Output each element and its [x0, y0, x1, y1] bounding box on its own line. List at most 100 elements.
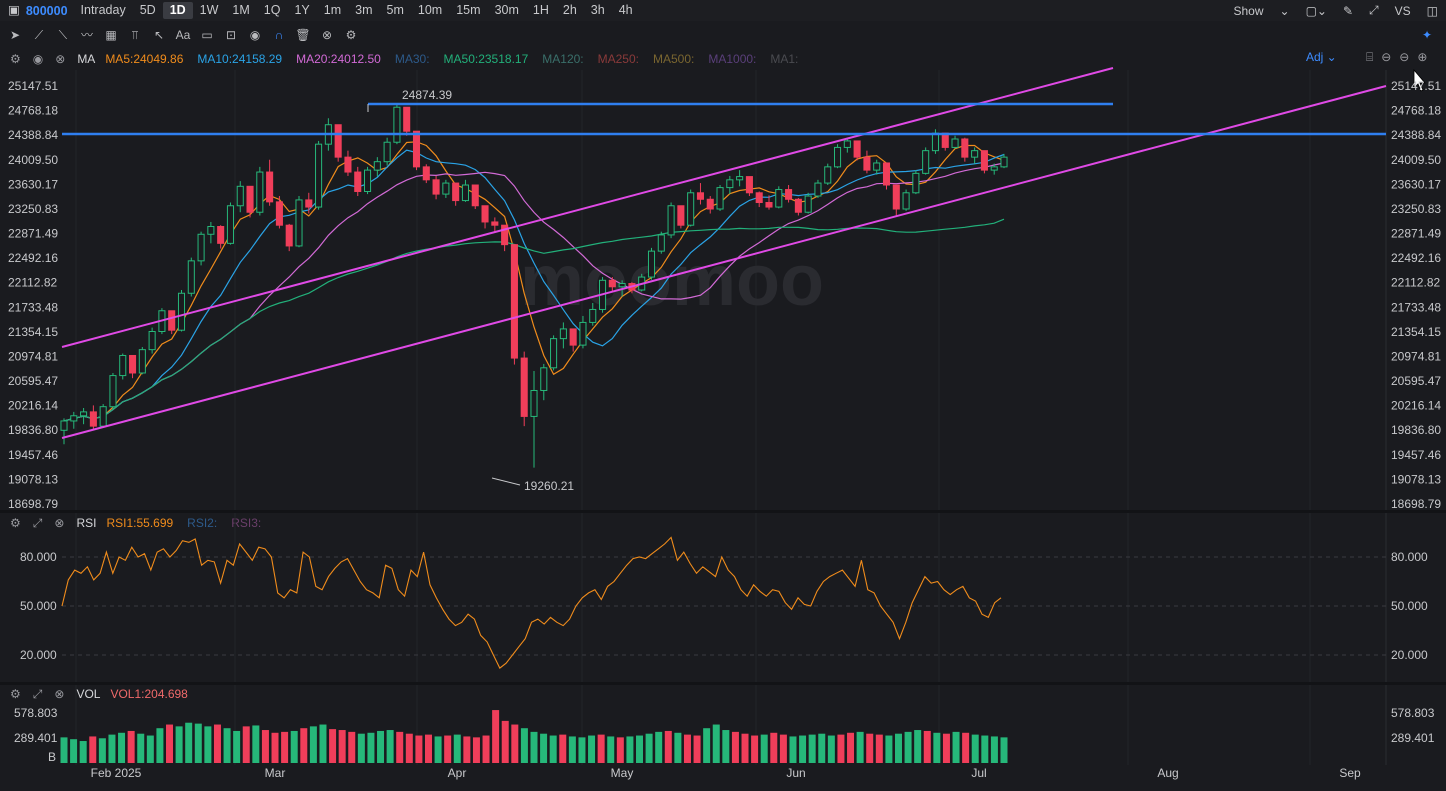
price-axis-left-label: 24009.50 [8, 153, 58, 167]
lower-channel-line[interactable] [61, 85, 1387, 439]
mouse-cursor-icon [1413, 68, 1426, 92]
close-icon[interactable]: ⊗ [54, 687, 64, 701]
zoom-in-icon[interactable]: ⊕ [1417, 50, 1427, 65]
timeframe-1m[interactable]: 1M [225, 2, 256, 19]
chart-canvas[interactable]: moomoo 24874.39 19260.21 25147.51 24768.18… [0, 0, 1446, 791]
ma-value-1[interactable]: MA10:24158.29 [197, 52, 282, 66]
note-icon[interactable]: ▭ [198, 26, 216, 44]
chevron-down-icon[interactable]: ⌄ [1272, 4, 1298, 18]
minus-circle-icon[interactable]: ⊖ [1381, 50, 1391, 65]
candle [716, 185, 724, 211]
ma-value-8[interactable]: MA1000: [708, 52, 756, 66]
panel-toggle-icon[interactable]: ◫ [1419, 4, 1446, 18]
eye-icon[interactable]: ◉ [246, 26, 264, 44]
trend-line-icon[interactable]: ⟋ [30, 26, 48, 44]
symbol-code[interactable]: 800000 [24, 4, 74, 18]
timeframe-5m[interactable]: 5m [380, 2, 411, 19]
ma-value-3[interactable]: MA30: [395, 52, 430, 66]
candle [765, 195, 773, 210]
gear-icon[interactable]: ⚙ [342, 26, 360, 44]
sidebar-toggle-icon[interactable]: ▣ [0, 2, 24, 19]
arrow-icon[interactable]: ↖ [150, 26, 168, 44]
ma-value-2[interactable]: MA20:24012.50 [296, 52, 381, 66]
rsi-value-2[interactable]: RSI3: [231, 516, 261, 530]
timeframe-10m[interactable]: 10m [411, 2, 449, 19]
text-icon[interactable]: Aa [174, 26, 192, 44]
pin-icon[interactable]: ✦ [1418, 26, 1436, 44]
timeframe-3h[interactable]: 3h [584, 2, 612, 19]
candle [481, 205, 489, 229]
fullscreen-icon[interactable]: ⤢ [1361, 3, 1387, 18]
volume-bar [166, 724, 174, 763]
candle [951, 135, 959, 149]
timeframe-30m[interactable]: 30m [488, 2, 526, 19]
timeframe-intraday[interactable]: Intraday [74, 2, 133, 19]
ma-value-0[interactable]: MA5:24049.86 [105, 52, 183, 66]
candle [785, 185, 793, 203]
trash-icon[interactable]: 🗑 [294, 26, 312, 44]
volume-bar [626, 736, 634, 763]
volume-bar [751, 735, 759, 763]
price-axis-right-label: 23630.17 [1391, 177, 1441, 191]
close-icon[interactable]: ⊗ [54, 516, 64, 530]
price-axis-left-label: 23250.83 [8, 202, 58, 216]
volume-bar [818, 733, 826, 763]
price-axis-left-label: 22871.49 [8, 227, 58, 241]
candle [354, 166, 362, 197]
volume-bar [770, 732, 778, 763]
cursor-icon[interactable]: ➤ [6, 26, 24, 44]
show-dropdown[interactable]: Show [1225, 4, 1271, 18]
timeframe-1d[interactable]: 1D [162, 2, 193, 19]
channel-icon[interactable]: ▦ [102, 26, 120, 44]
layout-icon[interactable]: ▢⌄ [1298, 4, 1335, 18]
timeframe-4h[interactable]: 4h [612, 2, 640, 19]
expand-icon[interactable]: ⤢ [33, 516, 43, 531]
upper-channel-line[interactable] [61, 67, 1114, 348]
month-label: Jun [786, 766, 805, 780]
timeframe-3m[interactable]: 3m [348, 2, 379, 19]
pen-icon[interactable]: ✎ [1335, 4, 1361, 18]
timeframe-1q[interactable]: 1Q [257, 2, 288, 19]
close-icon[interactable]: ⊗ [55, 52, 65, 66]
ray-line-icon[interactable]: ⟍ [54, 26, 72, 44]
measure-icon[interactable]: ⊡ [222, 26, 240, 44]
candle [285, 223, 293, 252]
zigzag-icon[interactable]: 〰 [78, 26, 96, 44]
volume-bar [98, 738, 106, 763]
timeframe-1h[interactable]: 1H [526, 2, 556, 19]
timeframe-2h[interactable]: 2h [556, 2, 584, 19]
timeframe-15m[interactable]: 15m [449, 2, 487, 19]
adjust-dropdown[interactable]: Adj ⌄ [1306, 50, 1337, 64]
vs-button[interactable]: VS [1387, 4, 1419, 18]
chart-type-icon[interactable]: ⌸ [1366, 50, 1373, 65]
volume-bar [990, 736, 998, 763]
gear-icon[interactable]: ⚙ [10, 52, 21, 66]
fibonacci-icon[interactable]: ⫪ [126, 26, 144, 44]
eye-icon[interactable]: ◉ [33, 52, 43, 66]
expand-icon[interactable]: ⤢ [33, 687, 43, 702]
ma-value-9[interactable]: MA1: [770, 52, 798, 66]
volume-bar [501, 720, 509, 763]
rsi-value-1[interactable]: RSI2: [187, 516, 217, 530]
rsi-value-0[interactable]: RSI1:55.699 [106, 516, 173, 530]
link-icon[interactable]: ⊗ [318, 26, 336, 44]
magnet-icon[interactable]: ∩ [270, 26, 288, 44]
ma-value-4[interactable]: MA50:23518.17 [444, 52, 529, 66]
ma-value-6[interactable]: MA250: [598, 52, 639, 66]
vol-value-0[interactable]: VOL1:204.698 [110, 687, 187, 701]
rsi-indicator-name[interactable]: RSI [76, 516, 96, 530]
volume-indicator-name[interactable]: VOL [76, 687, 100, 701]
timeframe-1y[interactable]: 1Y [287, 2, 316, 19]
timeframe-1m[interactable]: 1m [317, 2, 348, 19]
ma-value-7[interactable]: MA500: [653, 52, 694, 66]
timeframe-1w[interactable]: 1W [193, 2, 226, 19]
volume-bar [453, 734, 461, 763]
timeframe-5d[interactable]: 5D [133, 2, 163, 19]
ma-value-5[interactable]: MA120: [542, 52, 583, 66]
gear-icon[interactable]: ⚙ [10, 687, 21, 701]
volume-bar [204, 726, 212, 763]
ma-indicator-name[interactable]: MA [77, 52, 95, 66]
zoom-out-icon[interactable]: ⊖ [1399, 50, 1409, 65]
gear-icon[interactable]: ⚙ [10, 516, 21, 530]
candle [736, 170, 744, 187]
